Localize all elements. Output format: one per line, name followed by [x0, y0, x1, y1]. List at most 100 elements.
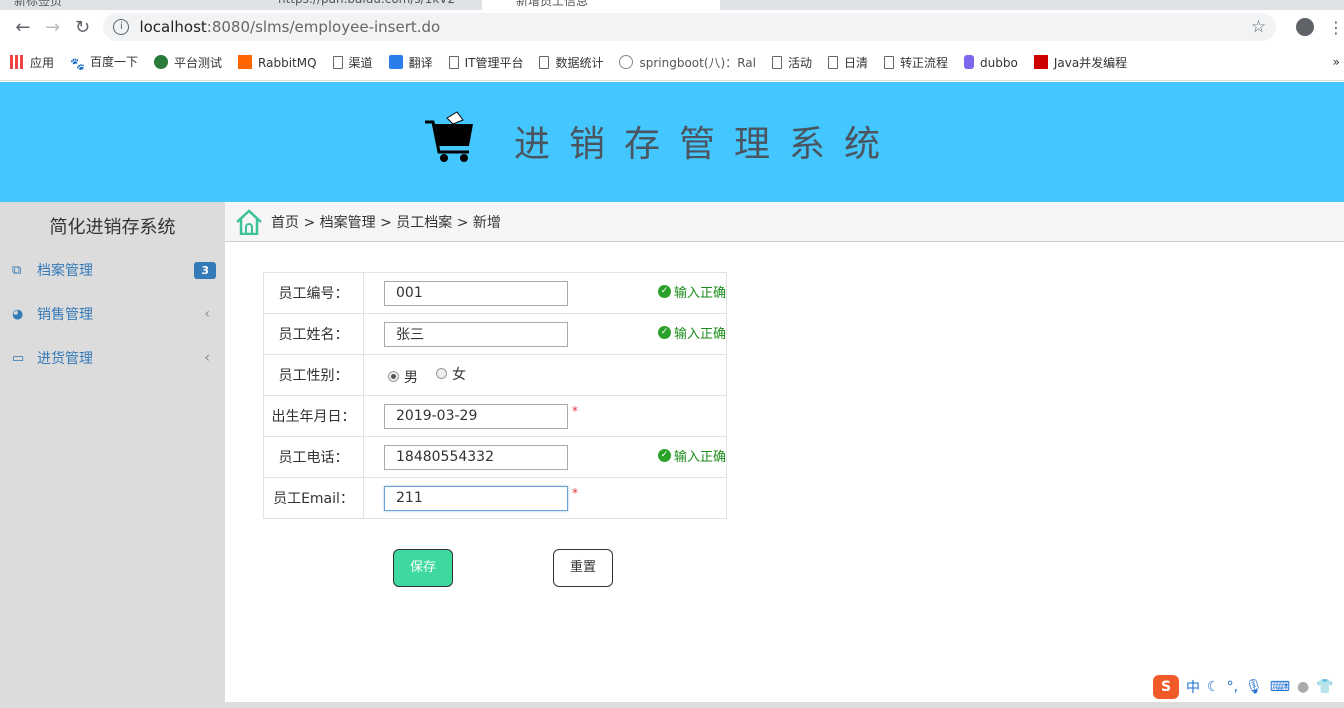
- microphone-icon[interactable]: 🎙: [1245, 679, 1263, 695]
- bookmark-activity[interactable]: 活动: [771, 54, 812, 71]
- form-row-name: 员工姓名： ✓输入正确: [263, 313, 727, 355]
- page-icon: [539, 55, 550, 69]
- bookmark-rabbitmq[interactable]: RabbitMQ: [238, 54, 317, 70]
- page-icon: [771, 55, 782, 69]
- ime-mode-toggle[interactable]: 中: [1186, 677, 1200, 697]
- bookmark-star-icon[interactable]: ☆: [1251, 17, 1266, 37]
- chevron-left-icon: ‹: [204, 306, 210, 322]
- translate-icon: [388, 54, 403, 69]
- validation-ok: ✓ 输入正确: [657, 323, 726, 342]
- birth-label: 出生年月日：: [263, 395, 364, 437]
- check-circle-icon: ✓: [657, 449, 671, 462]
- bookmark-stats[interactable]: 数据统计: [539, 54, 603, 71]
- app-title: 进销存管理系统: [514, 124, 900, 165]
- csdn-icon: [1033, 54, 1048, 69]
- tab-new[interactable]: 新标签页: [14, 0, 62, 10]
- page-icon: [827, 55, 838, 69]
- copy-icon: ⧉: [12, 262, 22, 278]
- sidebar-item-purchase[interactable]: ▭ 进货管理 ‹: [12, 348, 216, 368]
- email-input[interactable]: [384, 485, 568, 511]
- validation-ok: ✓ 输入正确: [657, 446, 726, 465]
- account-icon[interactable]: [1296, 18, 1315, 36]
- save-button[interactable]: 保存: [393, 549, 453, 587]
- validation-ok: ✓ 输入正确: [657, 282, 726, 301]
- form-row-phone: 员工电话： ✓输入正确: [263, 436, 727, 478]
- reset-button[interactable]: 重置: [553, 549, 613, 587]
- forward-button[interactable]: →: [38, 17, 68, 38]
- required-marker: *: [572, 486, 578, 500]
- info-icon[interactable]: i: [113, 19, 130, 35]
- page-icon: [332, 55, 343, 69]
- phone-label: 员工电话：: [263, 436, 364, 478]
- bookmark-translate[interactable]: 翻译: [388, 54, 433, 71]
- bookmark-dubbo[interactable]: dubbo: [964, 54, 1018, 70]
- horizontal-scrollbar[interactable]: [0, 702, 1344, 708]
- rabbitmq-icon: [238, 54, 253, 69]
- tab-employee-insert[interactable]: 新增员工信息: [482, 0, 720, 10]
- form-row-gender: 员工性别： 男女: [263, 354, 727, 396]
- keyboard-icon[interactable]: ⌨: [1270, 679, 1290, 695]
- sogou-logo-icon[interactable]: S: [1153, 675, 1179, 699]
- moon-icon[interactable]: ☾: [1207, 679, 1220, 695]
- panda-icon: [154, 54, 169, 69]
- user-icon[interactable]: ●: [1297, 679, 1309, 695]
- ime-toolbar: S 中 ☾ °, 🎙 ⌨ ● 👕: [1153, 675, 1334, 699]
- page-icon: [884, 55, 894, 69]
- sidebar: 简化进销存系统 ⧉ 档案管理 3 ◕ 销售管理 ‹ ▭ 进货管理 ‹: [0, 202, 225, 708]
- gender-male-radio[interactable]: 男: [388, 367, 418, 387]
- sidebar-item-archives[interactable]: ⧉ 档案管理 3: [12, 260, 216, 280]
- reload-button[interactable]: ↻: [68, 17, 98, 38]
- form-row-email: 员工Email： *: [263, 477, 727, 519]
- employee-name-input[interactable]: [384, 321, 568, 347]
- sidebar-title: 简化进销存系统: [49, 217, 176, 238]
- required-marker: *: [572, 404, 578, 418]
- back-button[interactable]: ←: [8, 17, 38, 38]
- menu-icon[interactable]: ⋮: [1328, 18, 1344, 37]
- baidu-paw-icon: 🐾: [70, 57, 85, 71]
- app-header: 进销存管理系统: [0, 82, 1344, 202]
- gender-label: 员工性别：: [263, 354, 364, 396]
- bookmark-java-concurrency[interactable]: Java并发编程: [1033, 54, 1127, 71]
- form-row-id: 员工编号： ✓输入正确: [263, 272, 727, 314]
- employee-id-input[interactable]: [384, 280, 568, 306]
- bookmarks-bar: 应用 🐾 百度一下 平台测试 RabbitMQ 渠道 翻译 IT管理平台 数据统计…: [0, 44, 1344, 81]
- skin-shirt-icon[interactable]: 👕: [1316, 679, 1333, 695]
- tab-strip: 新标签页 https://pan.baidu.com/s/1kV2 新增员工信息: [0, 0, 1344, 10]
- bookmark-channel[interactable]: 渠道: [332, 54, 373, 71]
- home-icon[interactable]: [235, 208, 263, 235]
- form-row-birth: 出生年月日： *: [263, 395, 727, 437]
- more-bookmarks-button[interactable]: »: [1333, 55, 1340, 69]
- page-icon: [448, 55, 459, 69]
- breadcrumb: 首页 > 档案管理 > 员工档案 > 新增: [225, 202, 1344, 242]
- gender-female-radio[interactable]: 女: [436, 364, 466, 384]
- url-input[interactable]: i localhost:8080/slms/employee-insert.do…: [103, 13, 1277, 41]
- breadcrumb-text: 首页 > 档案管理 > 员工档案 > 新增: [271, 214, 501, 231]
- email-label: 员工Email：: [263, 477, 364, 519]
- phone-input[interactable]: [384, 444, 568, 470]
- shopping-cart-icon: [425, 111, 473, 162]
- laptop-icon: ▭: [12, 350, 25, 366]
- address-bar-row: ← → ↻ i localhost:8080/slms/employee-ins…: [0, 10, 1344, 44]
- pie-chart-icon: ◕: [12, 306, 24, 322]
- bookmark-it-platform[interactable]: IT管理平台: [448, 54, 523, 71]
- tab-baidu-pan[interactable]: https://pan.baidu.com/s/1kV2: [278, 0, 455, 10]
- birth-date-input[interactable]: [384, 403, 568, 429]
- sidebar-item-sales[interactable]: ◕ 销售管理 ‹: [12, 304, 216, 324]
- badge-count: 3: [194, 261, 216, 279]
- name-label: 员工姓名：: [263, 313, 364, 355]
- bookmark-regularization[interactable]: 转正流程: [884, 54, 948, 71]
- robot-icon: [619, 54, 634, 69]
- check-circle-icon: ✓: [657, 285, 671, 298]
- id-label: 员工编号：: [263, 272, 364, 314]
- bookmark-springboot[interactable]: springboot(八)：Ral: [619, 54, 756, 71]
- check-circle-icon: ✓: [657, 326, 671, 339]
- bookmark-platform-test[interactable]: 平台测试: [154, 54, 222, 71]
- bookmark-daily[interactable]: 日清: [827, 54, 868, 71]
- employee-form: 员工编号： ✓输入正确 员工姓名： ✓输入正确 员工性别： 男女 出生年月日： …: [263, 272, 727, 519]
- bookmark-baidu[interactable]: 🐾 百度一下: [70, 53, 138, 71]
- url-path: :8080/slms/employee-insert.do: [206, 18, 441, 36]
- punctuation-icon[interactable]: °,: [1227, 679, 1238, 695]
- bookmark-apps[interactable]: 应用: [10, 54, 54, 71]
- dubbo-icon: [964, 54, 975, 69]
- apps-grid-icon: [10, 54, 24, 69]
